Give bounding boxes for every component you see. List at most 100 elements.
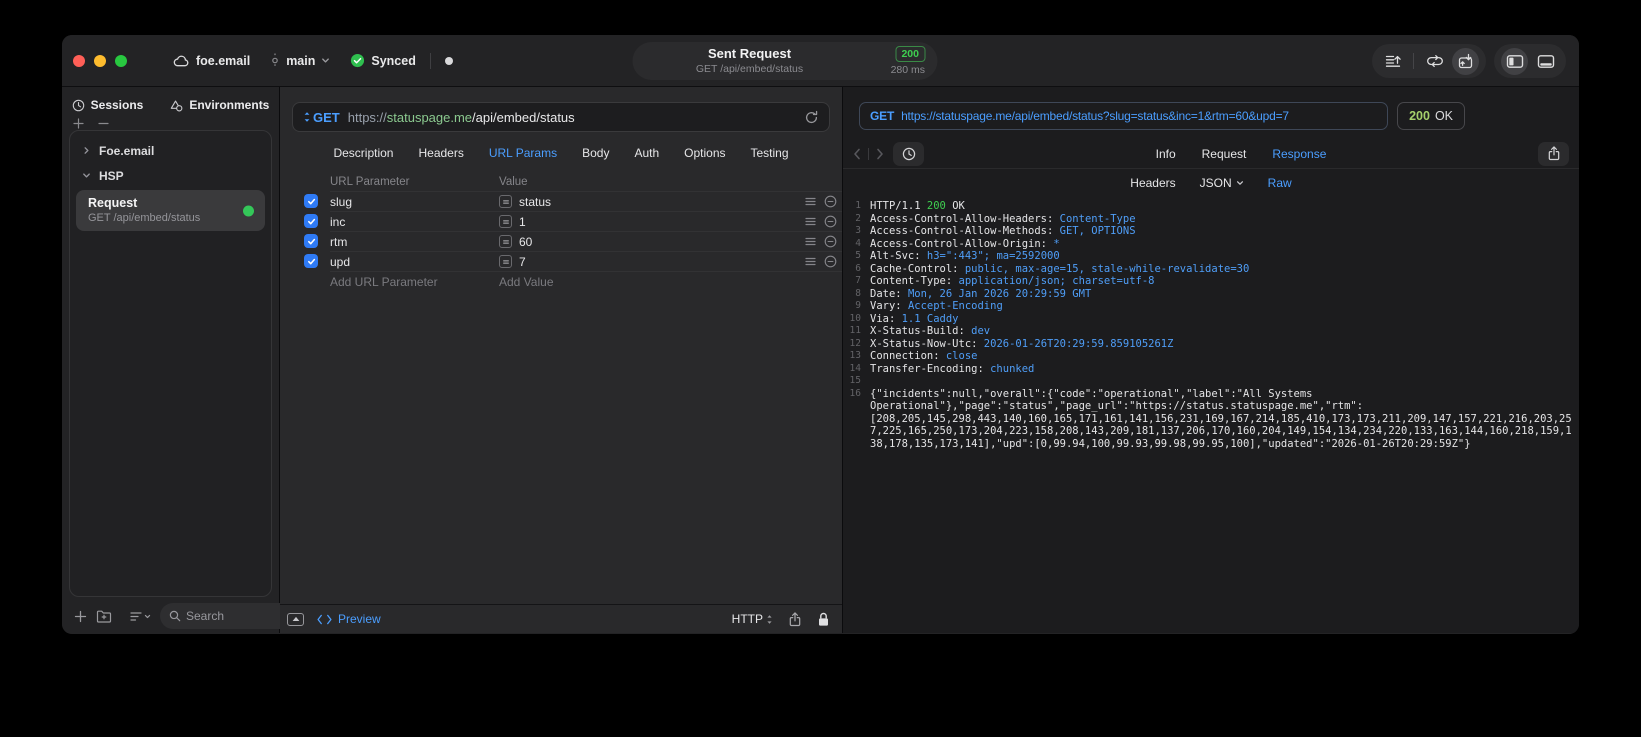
response-header-line: 13 Connection: close [843,350,1573,363]
remove-param-icon[interactable] [824,235,837,248]
drag-handle-icon[interactable] [805,257,816,266]
sync-loop-icon[interactable] [1421,48,1448,75]
expand-panel-icon[interactable] [287,612,304,626]
drag-handle-icon[interactable] [805,197,816,206]
request-editor-tab[interactable]: Options [684,146,725,160]
refresh-icon[interactable] [804,110,819,125]
request-list-item-selected[interactable]: Request GET /api/embed/status [76,190,265,231]
param-row[interactable]: upd 7 [280,251,842,271]
response-body[interactable]: 1 HTTP/1.1 200 OK 2 Access-Control-Allow… [843,195,1579,633]
project-switcher[interactable]: foe.email [173,54,250,68]
request-editor-tab[interactable]: Headers [418,146,463,160]
param-enabled-checkbox[interactable] [304,214,318,228]
preview-button[interactable]: Preview [317,612,381,626]
response-header-line: 14 Transfer-Encoding: chunked [843,363,1573,376]
url-params-table: URL Parameter Value slug status inc 1 rt… [280,173,842,604]
request-editor-tab[interactable]: Testing [751,146,789,160]
tree-group-foe-email[interactable]: Foe.email [70,138,271,163]
equals-icon [499,255,512,268]
group-sort-icon[interactable] [130,611,151,622]
new-folder-icon[interactable] [96,609,112,623]
save-response-icon[interactable] [1452,47,1479,75]
zoom-window-button[interactable] [115,54,127,67]
param-row[interactable]: inc 1 [280,211,842,231]
request-editor-tab[interactable]: Auth [634,146,659,160]
param-name[interactable]: inc [330,215,499,229]
protocol-selector[interactable]: HTTP [732,612,773,626]
sync-status[interactable]: Synced [350,53,416,68]
add-param-value-placeholder[interactable]: Add Value [499,275,842,289]
add-param-row[interactable]: Add URL Parameter Add Value [280,271,842,291]
bottom-panel-layout-icon[interactable] [1532,48,1559,75]
remove-param-icon[interactable] [824,195,837,208]
response-subtab[interactable]: JSON [1200,176,1244,190]
remove-session-icon[interactable] [98,118,109,129]
sidebar-layout-icon[interactable] [1501,47,1528,75]
add-session-icon[interactable] [73,117,84,129]
param-value[interactable]: 1 [519,215,526,229]
request-url-field[interactable]: GET https://statuspage.me/api/embed/stat… [292,102,830,132]
line-number: 12 [849,337,861,349]
previous-response-icon[interactable] [853,148,861,160]
protocol-label: HTTP [731,612,763,626]
history-clock-icon[interactable] [893,141,924,166]
response-tab[interactable]: Request [1202,147,1247,161]
response-tabs: Info Request Response [1156,147,1327,161]
params-header-row: URL Parameter Value [280,173,842,191]
equals-icon [499,215,512,228]
response-method: GET [870,109,895,123]
chevron-right-icon [82,146,91,155]
response-nav-row: Info Request Response [843,139,1579,169]
response-tab[interactable]: Info [1156,147,1176,161]
header-value: h3=":443"; ma=2592000 [926,250,1060,262]
response-header-line: 10 Via: 1.1 Caddy [843,313,1573,326]
lock-icon[interactable] [817,612,830,627]
header-key: Content-Type: [870,275,959,287]
param-enabled-checkbox[interactable] [304,254,318,268]
sent-request-url-box[interactable]: GET https://statuspage.me/api/embed/stat… [859,102,1389,130]
request-summary-pill[interactable]: Sent Request GET /api/embed/status 200 2… [632,42,937,80]
request-editor-tab[interactable]: Body [582,146,609,160]
response-subtab[interactable]: Headers [1130,176,1175,190]
param-name[interactable]: upd [330,255,499,269]
close-window-button[interactable] [73,54,85,67]
drag-handle-icon[interactable] [805,217,816,226]
request-editor-tab[interactable]: URL Params [489,146,557,160]
response-subtab[interactable]: Raw [1268,176,1292,190]
param-row[interactable]: rtm 60 [280,231,842,251]
branch-selector[interactable]: main [270,53,330,68]
param-value[interactable]: status [519,195,551,209]
method-dropdown-arrows-icon[interactable] [303,111,311,123]
param-value[interactable]: 60 [519,235,532,249]
add-param-name-placeholder[interactable]: Add URL Parameter [330,275,499,289]
param-enabled-checkbox[interactable] [304,194,318,208]
response-url[interactable]: https://statuspage.me/api/embed/status?s… [901,109,1289,123]
header-key: Transfer-Encoding: [870,362,991,375]
response-header-line: 11 X-Status-Build: dev [843,325,1573,338]
unsaved-indicator-dot [444,56,453,65]
remove-param-icon[interactable] [824,255,837,268]
url-host: statuspage.me [386,109,473,125]
tree-group-hsp[interactable]: HSP [70,163,271,188]
drag-handle-icon[interactable] [805,237,816,246]
tab-sessions[interactable]: Sessions [72,98,143,112]
export-response-icon[interactable] [1538,141,1569,166]
param-value[interactable]: 7 [519,255,526,269]
request-method[interactable]: GET [313,110,340,125]
param-enabled-checkbox[interactable] [304,234,318,248]
next-response-icon[interactable] [876,148,884,160]
param-name[interactable]: slug [330,195,499,209]
param-name[interactable]: rtm [330,235,499,249]
share-icon[interactable] [788,611,802,627]
request-editor-tab[interactable]: Description [333,146,393,160]
footer-right-controls: HTTP [732,611,830,627]
header-value: public, max-age=15, stale-while-revalida… [964,262,1250,275]
tab-environments[interactable]: Environments [169,98,269,112]
param-row[interactable]: slug status [280,191,842,211]
add-request-icon[interactable] [74,610,87,623]
minimize-window-button[interactable] [94,54,106,67]
import-lines-icon[interactable] [1379,48,1406,75]
remove-param-icon[interactable] [824,215,837,228]
header-value: 1.1 Caddy [901,312,959,325]
response-tab[interactable]: Response [1272,147,1326,161]
